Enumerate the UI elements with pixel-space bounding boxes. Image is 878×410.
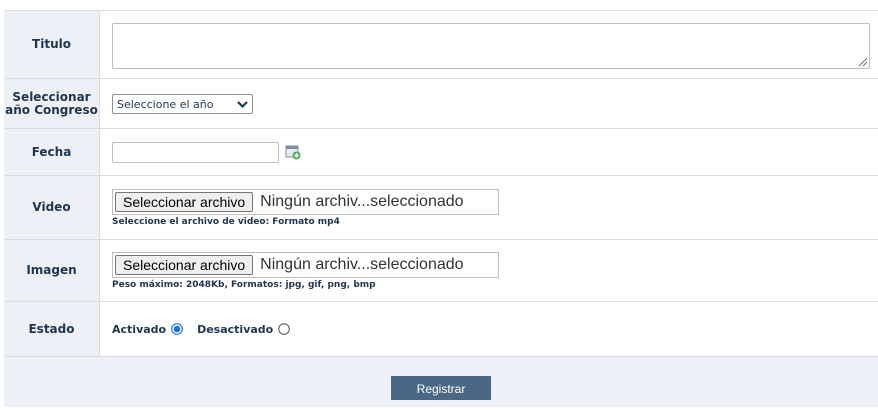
imagen-file-status: Ningún archiv...seleccionado bbox=[260, 255, 464, 273]
imagen-row: Imagen Seleccionar archivo Ningún archiv… bbox=[4, 239, 878, 302]
imagen-hint: Peso máximo: 2048Kb, Formatos: jpg, gif,… bbox=[112, 279, 376, 290]
video-file-input[interactable]: Seleccionar archivo Ningún archiv...sele… bbox=[112, 188, 499, 215]
titulo-label: Titulo bbox=[4, 10, 100, 79]
footer-row: Registrar bbox=[4, 356, 878, 407]
congreso-label: Seleccionar año Congreso bbox=[4, 78, 100, 129]
imagen-select-file-button[interactable]: Seleccionar archivo bbox=[115, 254, 254, 275]
resize-grip-icon[interactable] bbox=[859, 57, 867, 66]
titulo-textarea[interactable] bbox=[112, 22, 870, 69]
titulo-row: Titulo bbox=[4, 10, 878, 79]
estado-label: Estado bbox=[4, 301, 100, 357]
video-select-file-button[interactable]: Seleccionar archivo bbox=[115, 191, 254, 212]
congreso-row: Seleccionar año Congreso Seleccione el a… bbox=[4, 78, 878, 129]
imagen-file-input[interactable]: Seleccionar archivo Ningún archiv...sele… bbox=[112, 251, 499, 278]
desactivado-label: Desactivado bbox=[197, 322, 274, 336]
imagen-label: Imagen bbox=[4, 239, 100, 302]
estado-radio-group: Activado Desactivado bbox=[112, 323, 878, 336]
congress-form: Titulo Seleccionar año Congreso Seleccio… bbox=[4, 10, 878, 407]
congreso-select-value: Seleccione el año bbox=[117, 97, 214, 111]
video-row: Video Seleccionar archivo Ningún archiv.… bbox=[4, 175, 878, 240]
activado-label: Activado bbox=[112, 322, 167, 336]
fecha-input[interactable] bbox=[112, 141, 279, 163]
video-hint: Seleccione el archivo de video: Formato … bbox=[112, 216, 340, 227]
video-label: Video bbox=[4, 175, 100, 240]
registrar-button[interactable]: Registrar bbox=[391, 376, 491, 400]
chevron-down-icon bbox=[237, 101, 248, 109]
calendar-add-icon[interactable] bbox=[285, 144, 301, 160]
desactivado-radio[interactable] bbox=[278, 323, 291, 335]
congreso-year-select[interactable]: Seleccione el año bbox=[112, 94, 253, 115]
activado-radio[interactable] bbox=[171, 323, 183, 335]
fecha-row: Fecha bbox=[4, 128, 878, 176]
video-file-status: Ningún archiv...seleccionado bbox=[260, 192, 464, 210]
fecha-label: Fecha bbox=[4, 128, 100, 176]
estado-row: Estado Activado Desactivado bbox=[4, 301, 878, 357]
